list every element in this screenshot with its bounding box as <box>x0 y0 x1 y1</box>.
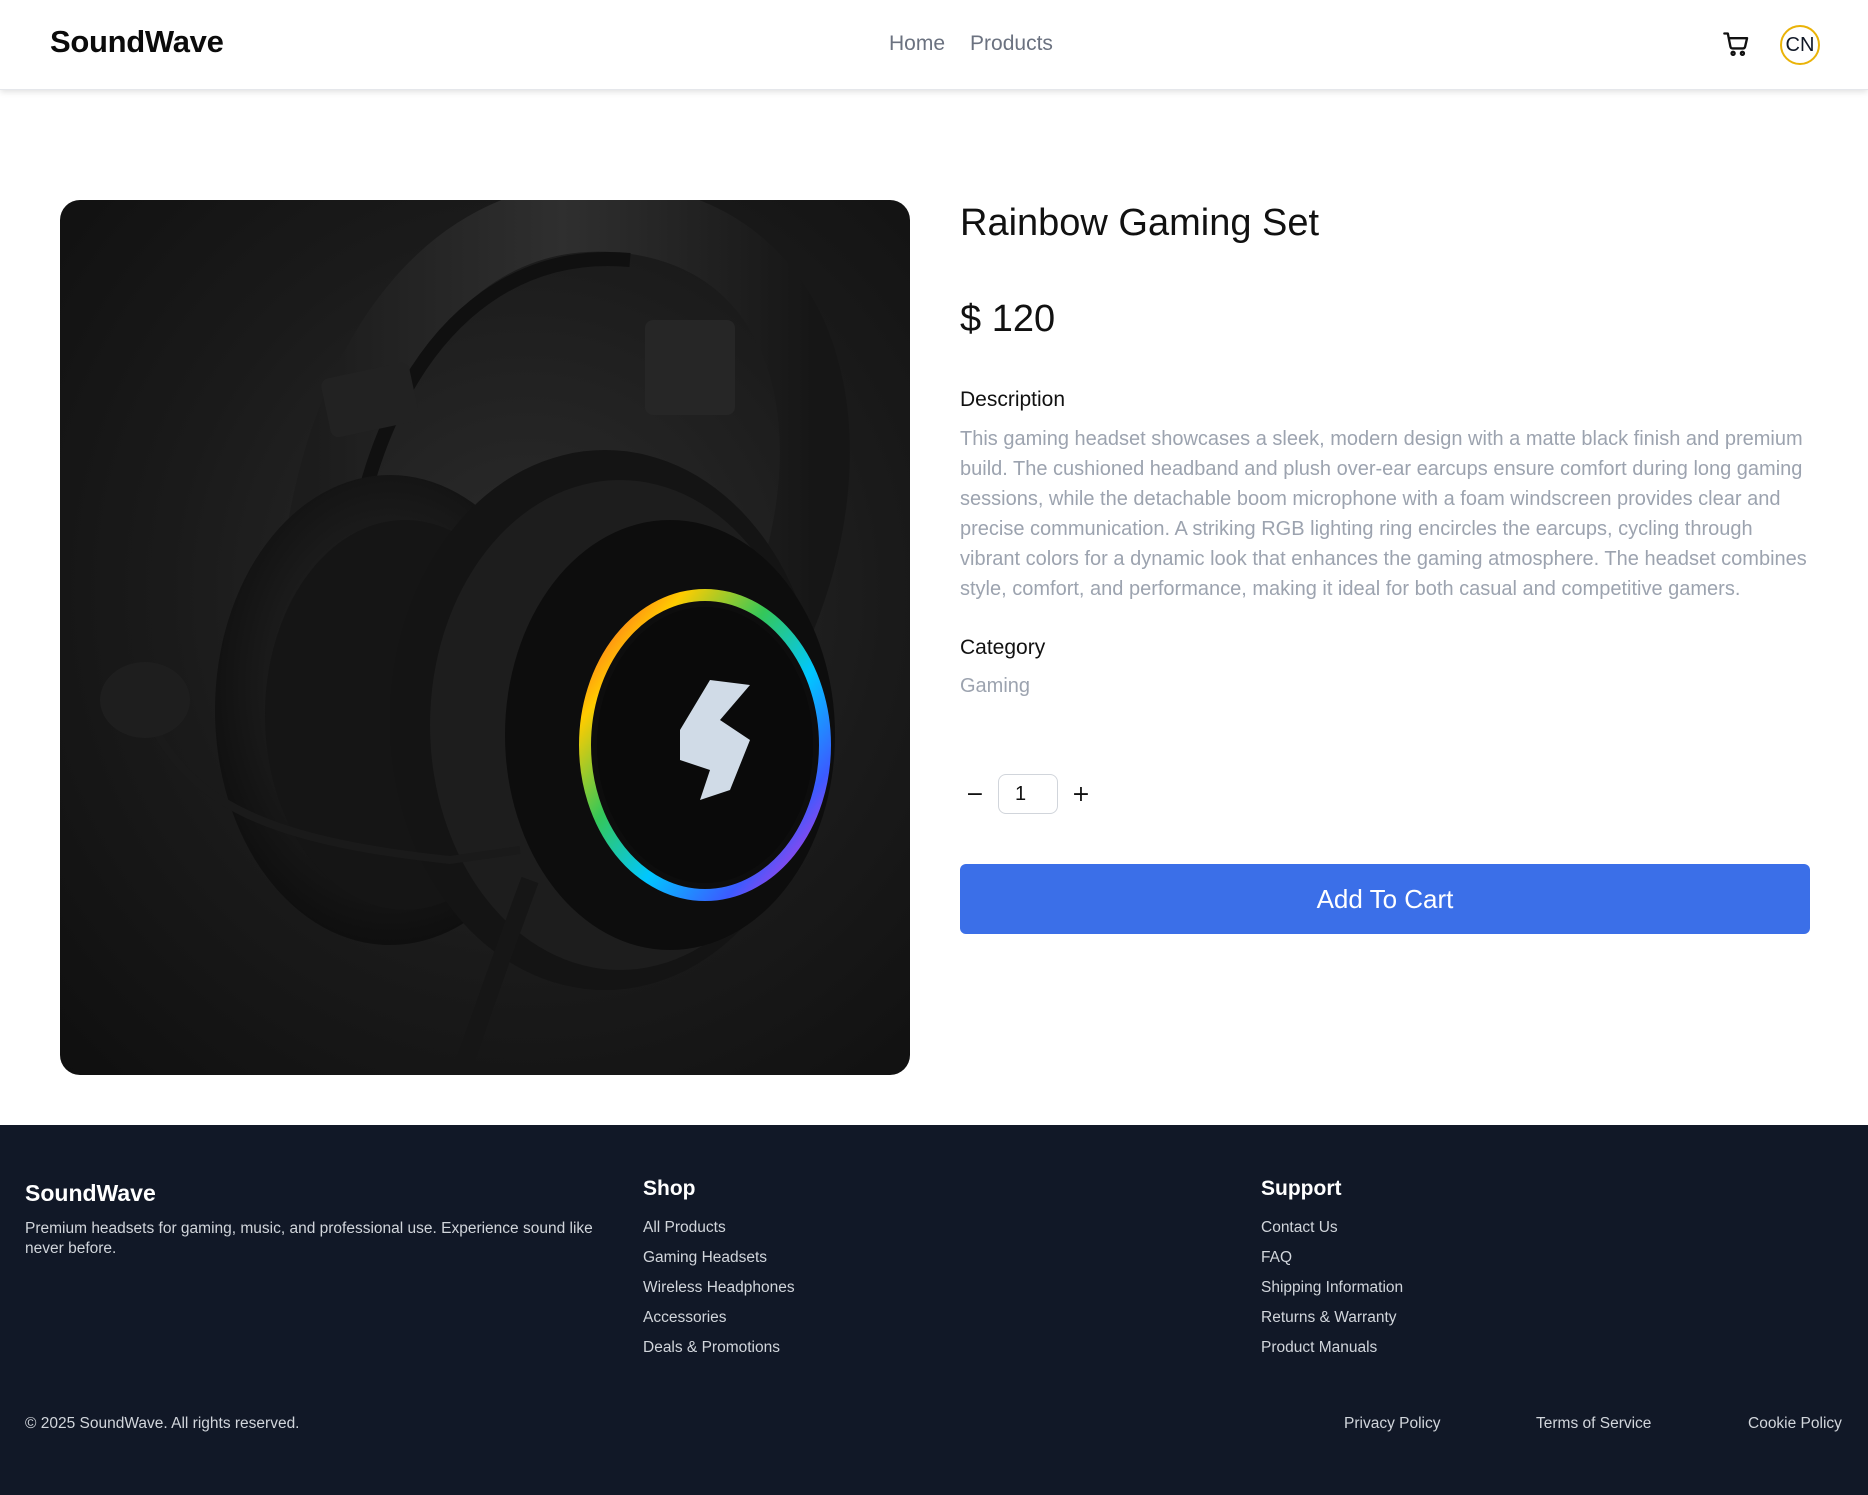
main-nav: Home Products <box>889 32 1053 56</box>
brand-logo[interactable]: SoundWave <box>50 24 224 60</box>
footer-shop-heading: Shop <box>643 1177 696 1200</box>
product-category: Gaming <box>960 675 1031 697</box>
cart-icon[interactable] <box>1722 30 1750 58</box>
copyright-text: © 2025 SoundWave. All rights reserved. <box>25 1415 300 1432</box>
product-image <box>60 200 910 1075</box>
footer-link-all-products[interactable]: All Products <box>643 1213 795 1243</box>
product-description: This gaming headset showcases a sleek, m… <box>960 428 1807 600</box>
footer-link-wireless-headphones[interactable]: Wireless Headphones <box>643 1273 795 1303</box>
quantity-stepper: − + <box>960 774 1810 814</box>
footer-link-returns[interactable]: Returns & Warranty <box>1261 1303 1403 1333</box>
product-price: $ 120 <box>960 298 1056 340</box>
footer-support-heading: Support <box>1261 1177 1342 1200</box>
site-header: SoundWave Home Products CN <box>0 0 1868 90</box>
nav-home[interactable]: Home <box>889 32 945 56</box>
product-details: Rainbow Gaming Set $ 120 Description Thi… <box>960 200 1810 934</box>
decrement-button[interactable]: − <box>960 779 990 809</box>
cookie-policy-link[interactable]: Cookie Policy <box>1748 1415 1842 1433</box>
footer-link-manuals[interactable]: Product Manuals <box>1261 1333 1403 1363</box>
privacy-policy-link[interactable]: Privacy Policy <box>1344 1415 1440 1433</box>
footer-link-shipping[interactable]: Shipping Information <box>1261 1273 1403 1303</box>
terms-of-service-link[interactable]: Terms of Service <box>1536 1415 1651 1433</box>
footer-link-accessories[interactable]: Accessories <box>643 1303 795 1333</box>
footer-shop-column: Shop All Products Gaming Headsets Wirele… <box>643 1177 795 1363</box>
user-avatar[interactable]: CN <box>1780 25 1820 65</box>
footer-link-faq[interactable]: FAQ <box>1261 1243 1403 1273</box>
footer-link-deals[interactable]: Deals & Promotions <box>643 1333 795 1363</box>
footer-support-column: Support Contact Us FAQ Shipping Informat… <box>1261 1177 1403 1363</box>
quantity-input[interactable] <box>998 774 1058 814</box>
product-title: Rainbow Gaming Set <box>960 202 1320 244</box>
site-footer: SoundWave Premium headsets for gaming, m… <box>0 1125 1868 1495</box>
footer-brand: SoundWave <box>25 1180 156 1206</box>
footer-tagline: Premium headsets for gaming, music, and … <box>25 1220 593 1257</box>
nav-products[interactable]: Products <box>970 32 1053 56</box>
description-label: Description <box>960 388 1066 411</box>
category-label: Category <box>960 636 1046 659</box>
increment-button[interactable]: + <box>1066 779 1096 809</box>
footer-link-gaming-headsets[interactable]: Gaming Headsets <box>643 1243 795 1273</box>
footer-link-contact[interactable]: Contact Us <box>1261 1213 1403 1243</box>
add-to-cart-button[interactable]: Add To Cart <box>960 864 1810 934</box>
